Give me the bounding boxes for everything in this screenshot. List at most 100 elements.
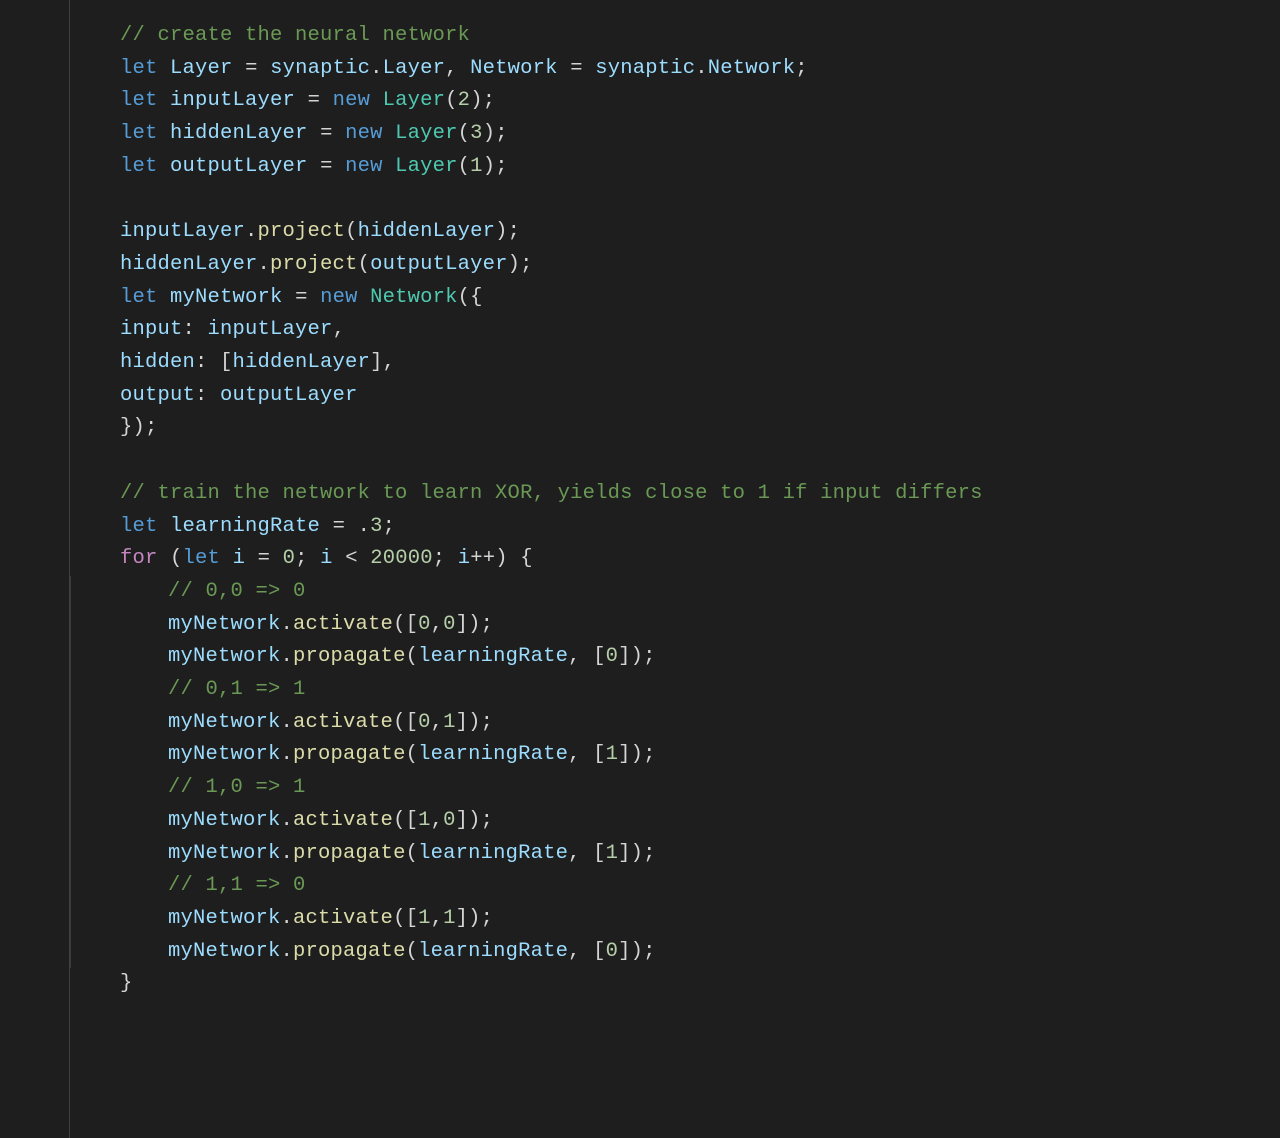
code-line[interactable]: myNetwork.activate([0,0]); [120,609,983,642]
code-token: . [281,645,294,668]
code-line[interactable]: // 1,1 => 0 [120,870,983,903]
code-line[interactable]: myNetwork.activate([1,0]); [120,805,983,838]
code-line[interactable]: let Layer = synaptic.Layer, Network = sy… [120,53,983,86]
code-token: hiddenLayer [358,220,496,243]
code-token: activate [293,711,393,734]
code-token: = [308,89,321,112]
code-line[interactable]: let learningRate = .3; [120,511,983,544]
code-line[interactable]: myNetwork.propagate(learningRate, [1]); [120,739,983,772]
code-token: 0 [283,547,296,570]
code-token: // 0,1 => 1 [168,678,306,701]
code-line[interactable]: inputLayer.project(hiddenLayer); [120,216,983,249]
code-token: let [120,57,158,80]
code-line[interactable]: for (let i = 0; i < 20000; i++) { [120,543,983,576]
code-line[interactable]: let inputLayer = new Layer(2); [120,85,983,118]
code-token: ( [458,122,471,145]
code-token: ( [406,940,419,963]
code-token: Layer [383,89,446,112]
code-token: 1 [606,743,619,766]
code-editor[interactable]: // create the neural network let Layer = … [0,0,1280,1138]
code-line[interactable]: // train the network to learn XOR, yield… [120,478,983,511]
indent-guide [70,576,71,968]
code-token: ( [445,89,458,112]
code-token: Layer [395,155,458,178]
code-token: Network [708,57,796,80]
code-line[interactable]: myNetwork.propagate(learningRate, [1]); [120,838,983,871]
code-token: Network [470,57,558,80]
code-token: , [ [568,743,606,766]
code-token: outputLayer [220,384,358,407]
code-token: inputLayer [208,318,333,341]
code-token: ); [483,122,508,145]
code-token [295,89,308,112]
code-token: myNetwork [168,645,281,668]
code-token: synaptic [270,57,370,80]
code-token [158,57,171,80]
code-token: = [320,155,333,178]
code-token: ([ [393,711,418,734]
code-token: . [281,842,294,865]
code-line[interactable]: // 0,1 => 1 [120,674,983,707]
code-token: outputLayer [370,253,508,276]
code-token [120,188,133,211]
code-token: = [258,547,271,570]
code-line[interactable]: // 1,0 => 1 [120,772,983,805]
code-token [358,547,371,570]
code-line[interactable]: let outputLayer = new Layer(1); [120,151,983,184]
code-line[interactable]: myNetwork.activate([1,1]); [120,903,983,936]
code-token: . [281,711,294,734]
code-token: ]); [618,842,656,865]
code-line[interactable] [120,184,983,217]
code-line[interactable]: }); [120,412,983,445]
code-area[interactable]: // create the neural network let Layer = … [70,0,983,1138]
code-token: i [320,547,333,570]
code-line[interactable]: myNetwork.activate([0,1]); [120,707,983,740]
code-token: }); [120,416,158,439]
code-token: project [258,220,346,243]
code-line[interactable]: output: outputLayer [120,380,983,413]
code-token: . [281,940,294,963]
code-token: myNetwork [168,711,281,734]
code-token: input [120,318,183,341]
code-line[interactable]: hidden: [hiddenLayer], [120,347,983,380]
code-token: i [233,547,246,570]
code-token: // create the neural network [120,24,470,47]
code-token: ( [458,155,471,178]
code-line[interactable]: input: inputLayer, [120,314,983,347]
code-token: ( [406,645,419,668]
code-token: ); [495,220,520,243]
code-line[interactable]: // 0,0 => 0 [120,576,983,609]
code-token: learningRate [170,515,320,538]
code-line[interactable]: hiddenLayer.project(outputLayer); [120,249,983,282]
code-token: hidden [120,351,195,374]
code-token: ([ [393,809,418,832]
code-line[interactable] [120,445,983,478]
code-line[interactable]: let hiddenLayer = new Layer(3); [120,118,983,151]
code-token [320,89,333,112]
code-line[interactable]: myNetwork.propagate(learningRate, [0]); [120,936,983,969]
code-token: learningRate [418,940,568,963]
code-line[interactable]: // create the neural network [120,20,983,53]
code-line[interactable]: } [120,968,983,1001]
code-token: myNetwork [168,809,281,832]
code-token: ++) { [470,547,533,570]
code-token: myNetwork [168,743,281,766]
code-token: ], [370,351,395,374]
code-token [158,122,171,145]
code-token [383,155,396,178]
code-token: learningRate [418,743,568,766]
code-line[interactable]: myNetwork.propagate(learningRate, [0]); [120,641,983,674]
code-token: 0 [443,809,456,832]
code-token: 1 [470,155,483,178]
code-token: ( [170,547,183,570]
code-token: myNetwork [168,842,281,865]
code-token [320,515,333,538]
code-token: // 1,0 => 1 [168,776,306,799]
code-token [308,155,321,178]
code-token: hiddenLayer [120,253,258,276]
code-token: 1 [418,907,431,930]
code-token: 1 [418,809,431,832]
code-token: ]); [456,809,494,832]
code-token: = [570,57,583,80]
code-line[interactable]: let myNetwork = new Network({ [120,282,983,315]
